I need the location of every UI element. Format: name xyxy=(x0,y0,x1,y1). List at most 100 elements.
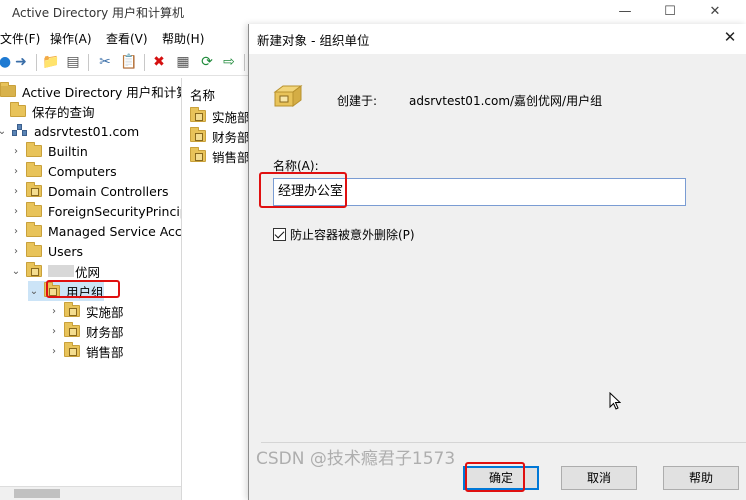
ad-console-icon xyxy=(0,82,16,97)
tree-item-label: Users xyxy=(48,243,84,259)
protect-from-deletion-option[interactable]: 防止容器被意外删除(P) xyxy=(273,226,415,243)
chevron-right-icon[interactable]: › xyxy=(10,206,22,217)
scrollbar-thumb[interactable] xyxy=(14,489,60,498)
tree-item-label: adsrvtest01.com xyxy=(34,123,140,139)
tree-item-finance[interactable]: › 财务部 xyxy=(48,321,124,341)
tree-item-company-ou[interactable]: ⌄ 优网 xyxy=(10,261,100,281)
forward-arrow-icon[interactable]: ➜ xyxy=(12,53,30,71)
chevron-right-icon[interactable]: › xyxy=(10,246,22,257)
chevron-right-icon[interactable]: › xyxy=(48,326,60,337)
title-bar: Active Directory 用户和计算机 — ☐ ✕ xyxy=(0,0,746,24)
refresh-icon[interactable]: ⟳ xyxy=(198,53,216,71)
ou-folder-icon xyxy=(64,342,80,357)
tree-item-label: Active Directory 用户和计算机 xyxy=(22,84,181,100)
ou-folder-icon xyxy=(190,127,206,142)
export-icon[interactable]: ⇨ xyxy=(220,53,238,71)
ou-folder-icon xyxy=(190,107,206,122)
list-item-label: 财务部 xyxy=(212,129,248,145)
help-button[interactable]: 帮助 xyxy=(663,466,739,490)
toolbar-divider xyxy=(144,54,145,71)
ou-folder-icon xyxy=(26,182,42,197)
list-icon[interactable]: ▦ xyxy=(174,53,192,71)
list-item[interactable]: 销售部 xyxy=(190,146,248,166)
paste-icon[interactable]: 📋 xyxy=(120,53,138,71)
tree-item-computers[interactable]: › Computers xyxy=(10,161,117,181)
chevron-right-icon[interactable]: › xyxy=(10,186,22,197)
tree-item-domain-controllers[interactable]: › Domain Controllers xyxy=(10,181,168,201)
protect-checkbox[interactable] xyxy=(273,228,286,241)
mouse-cursor-icon xyxy=(609,392,621,410)
column-header-name[interactable]: 名称 xyxy=(190,84,215,104)
cut-icon[interactable]: ✂ xyxy=(96,53,114,71)
ou-folder-icon xyxy=(44,282,60,297)
horizontal-scrollbar[interactable] xyxy=(0,486,181,500)
tree-item-label: 用户组 xyxy=(66,284,104,300)
name-input[interactable]: 经理办公室 xyxy=(273,178,686,206)
toolbar: ● ➜ 📁 ▤ ✂ 📋 ✖ ▦ ⟳ ⇨ xyxy=(0,50,250,76)
tree-item-label: 优网 xyxy=(75,264,101,280)
chevron-right-icon[interactable]: › xyxy=(10,226,22,237)
tree-item-label: Managed Service Acco xyxy=(48,223,182,239)
list-item-label: 销售部 xyxy=(212,149,248,165)
minimize-icon[interactable]: — xyxy=(610,2,640,22)
tree-item-label: 实施部 xyxy=(86,304,124,320)
tree-item-foreign-security[interactable]: › ForeignSecurityPrincipa xyxy=(10,201,182,221)
chevron-right-icon[interactable]: › xyxy=(48,306,60,317)
close-icon[interactable]: ✕ xyxy=(718,26,742,48)
list-item[interactable]: 财务部 xyxy=(190,126,248,146)
chevron-down-icon[interactable]: ⌄ xyxy=(28,286,40,297)
redacted-text xyxy=(48,265,74,277)
properties-icon[interactable]: ▤ xyxy=(64,53,82,71)
chevron-right-icon[interactable]: › xyxy=(10,166,22,177)
chevron-right-icon[interactable]: › xyxy=(48,346,60,357)
dialog-body: 创建于: adsrvtest01.com/嘉创优网/用户组 名称(A): 经理办… xyxy=(249,54,746,500)
tree-item-sales[interactable]: › 销售部 xyxy=(48,341,124,361)
tree-item-label: 财务部 xyxy=(86,324,124,340)
toolbar-divider xyxy=(88,54,89,71)
tree-item-label: Domain Controllers xyxy=(48,183,169,199)
ou-folder-icon xyxy=(64,322,80,337)
folder-icon xyxy=(26,222,42,237)
tree-item-users[interactable]: › Users xyxy=(10,241,83,261)
folder-icon xyxy=(26,202,42,217)
window-title: Active Directory 用户和计算机 xyxy=(12,6,185,20)
tree-item-builtin[interactable]: › Builtin xyxy=(10,141,88,161)
toolbar-divider xyxy=(244,54,245,71)
tree-item-label: Computers xyxy=(48,163,117,179)
tree-item-managed-service[interactable]: › Managed Service Acco xyxy=(10,221,182,241)
ou-folder-icon xyxy=(190,147,206,162)
close-icon[interactable]: ✕ xyxy=(700,2,730,22)
ou-folder-icon xyxy=(26,262,42,277)
protect-checkbox-label: 防止容器被意外删除(P) xyxy=(290,228,415,242)
list-item[interactable]: 实施部 xyxy=(190,106,248,126)
footer-divider xyxy=(261,442,746,443)
folder-icon xyxy=(26,242,42,257)
dialog-title: 新建对象 - 组织单位 xyxy=(257,33,370,48)
console-tree: Active Directory 用户和计算机 保存的查询 ⌄ adsrvtes… xyxy=(0,78,182,500)
folder-icon xyxy=(26,142,42,157)
new-ou-dialog: 新建对象 - 组织单位 ✕ 创建于: adsrvtest01.com/嘉创优网/… xyxy=(248,24,746,500)
delete-icon[interactable]: ✖ xyxy=(150,53,168,71)
menu-help[interactable]: 帮助(H) xyxy=(162,30,204,47)
ou-folder-icon xyxy=(64,302,80,317)
ok-button[interactable]: 确定 xyxy=(463,466,539,490)
tree-item-implementation[interactable]: › 实施部 xyxy=(48,301,124,321)
chevron-down-icon[interactable]: ⌄ xyxy=(0,126,8,137)
tree-item-domain[interactable]: ⌄ adsrvtest01.com xyxy=(0,121,139,141)
create-in-label: 创建于: xyxy=(337,94,378,108)
details-pane: 名称 实施部 财务部 销售部 xyxy=(186,78,248,500)
tree-item-saved-queries[interactable]: 保存的查询 xyxy=(10,101,95,121)
menu-file[interactable]: 文件(F) xyxy=(0,30,40,47)
tree-item-label: ForeignSecurityPrincipa xyxy=(48,203,182,219)
chevron-right-icon[interactable]: › xyxy=(10,146,22,157)
cancel-button[interactable]: 取消 xyxy=(561,466,637,490)
menu-view[interactable]: 查看(V) xyxy=(106,30,148,47)
tree-item-label: 保存的查询 xyxy=(32,104,95,120)
tree-item-root[interactable]: Active Directory 用户和计算机 xyxy=(0,81,181,101)
tree-item-user-group[interactable]: ⌄ 用户组 xyxy=(28,281,104,301)
up-folder-icon[interactable]: 📁 xyxy=(42,53,60,71)
chevron-down-icon[interactable]: ⌄ xyxy=(10,266,22,277)
maximize-icon[interactable]: ☐ xyxy=(655,2,685,22)
domain-icon xyxy=(12,124,28,138)
menu-action[interactable]: 操作(A) xyxy=(50,30,92,47)
